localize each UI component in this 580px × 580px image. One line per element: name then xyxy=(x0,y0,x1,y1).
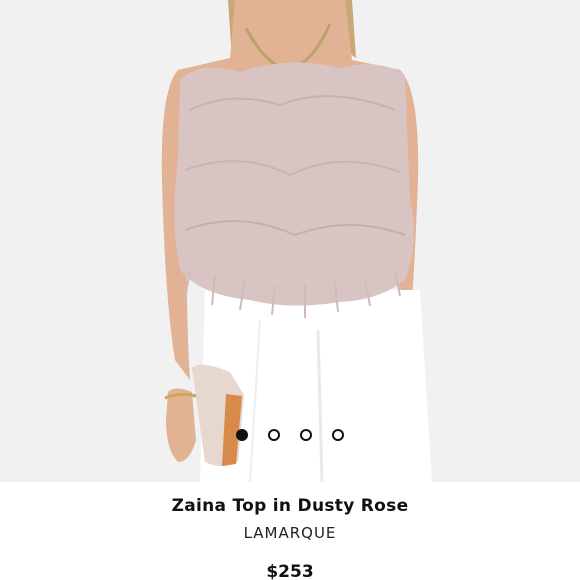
model-photo xyxy=(0,0,580,482)
carousel-dot-3[interactable] xyxy=(300,429,312,441)
product-price: $253 xyxy=(266,562,314,580)
product-title[interactable]: Zaina Top in Dusty Rose xyxy=(0,496,580,516)
product-image[interactable] xyxy=(0,0,580,482)
carousel-dot-2[interactable] xyxy=(268,429,280,441)
carousel-dots xyxy=(0,428,580,442)
carousel-dot-4[interactable] xyxy=(332,429,344,441)
carousel-dot-1[interactable] xyxy=(236,429,248,441)
product-brand[interactable]: LAMARQUE xyxy=(0,524,580,542)
